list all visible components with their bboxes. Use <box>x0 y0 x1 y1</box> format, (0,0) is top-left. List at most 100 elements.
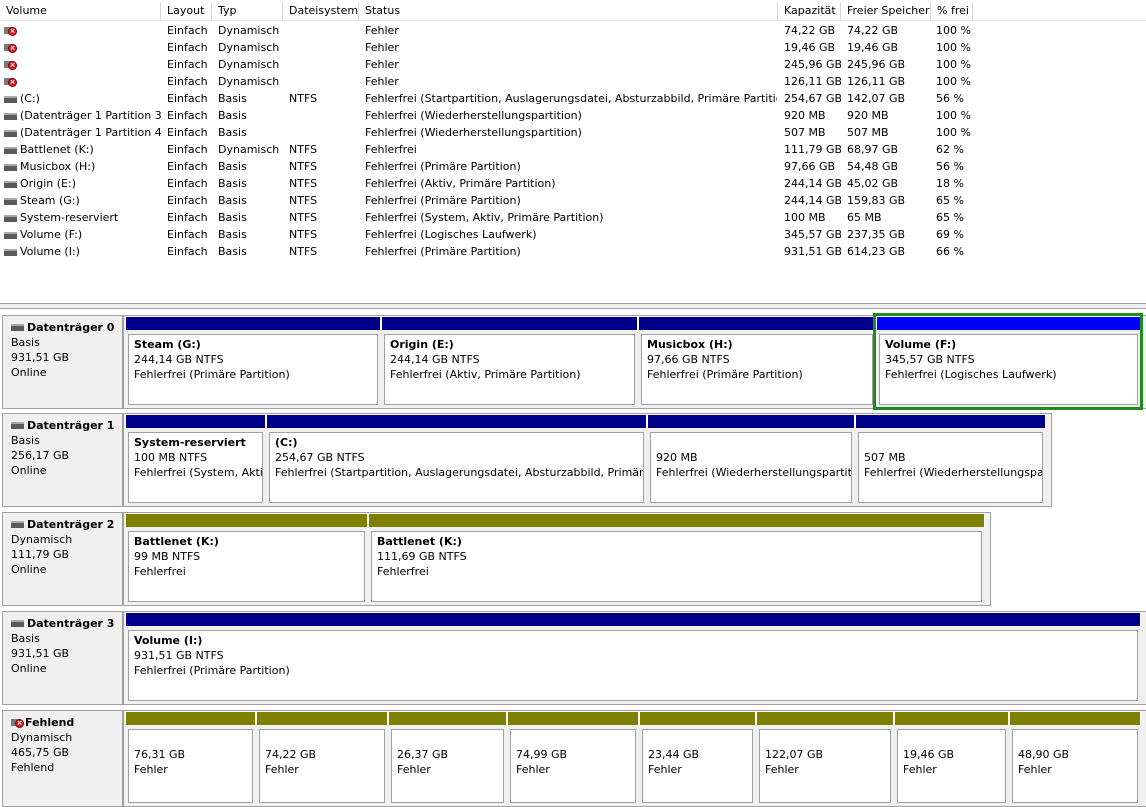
volume-row[interactable]: Volume (F:) Einfach Basis NTFS Fehlerfrei (L… <box>0 226 1146 243</box>
cell-capacity: 345,57 GB <box>784 228 841 241</box>
partition-info: 122,07 GB Fehler <box>759 729 891 803</box>
column-header-capacity[interactable]: Kapazität <box>778 2 841 21</box>
partition-status: Fehlerfrei (Wiederherstellungspart <box>864 466 1043 479</box>
partition-color-bar <box>507 711 639 725</box>
cell-layout: Einfach <box>167 228 208 241</box>
disk-label[interactable]: Datenträger 3 Basis 931,51 GB Online <box>2 611 123 705</box>
disk-label[interactable]: Datenträger 1 Basis 256,17 GB Online <box>2 413 123 507</box>
volume-name: Volume (I:) <box>20 245 80 258</box>
disk-graphical-view: Datenträger 0 Basis 931,51 GB Online Steam (… <box>0 309 1146 807</box>
cell-status: Fehler <box>365 24 399 37</box>
disk-state: Online <box>11 662 47 675</box>
disk-partitions: Battlenet (K:) 99 MB NTFS Fehlerfrei Battle… <box>123 512 991 606</box>
partition[interactable]: 74,22 GB Fehler <box>256 711 388 806</box>
cell-capacity: 931,51 GB <box>784 245 841 258</box>
volume-row[interactable]: Origin (E:) Einfach Basis NTFS Fehlerfrei (A… <box>0 175 1146 192</box>
disk-label[interactable]: Datenträger 0 Basis 931,51 GB Online <box>2 315 123 409</box>
volume-row[interactable]: Musicbox (H:) Einfach Basis NTFS Fehlerfrei … <box>0 158 1146 175</box>
column-header-layout[interactable]: Layout <box>161 2 212 21</box>
cell-filesystem: NTFS <box>289 245 318 258</box>
disk-state: Fehlend <box>11 761 55 774</box>
disk-state: Online <box>11 563 47 576</box>
volume-row[interactable]: × Einfach Dynamisch Fehler 126,11 GB 126,11 G… <box>0 73 1146 90</box>
cell-free-space: 74,22 GB <box>847 24 899 37</box>
partition-color-bar <box>125 414 266 428</box>
partition[interactable]: Steam (G:) 244,14 GB NTFS Fehlerfrei (Prim… <box>125 316 381 408</box>
missing-volume-error-icon: × <box>11 717 25 729</box>
partition[interactable]: System-reserviert 100 MB NTFS Fehlerfrei (… <box>125 414 266 506</box>
volume-row[interactable]: Battlenet (K:) Einfach Dynamisch NTFS Fehler… <box>0 141 1146 158</box>
cell-percent-free: 56 % <box>936 160 964 173</box>
volume-row[interactable]: System-reserviert Einfach Basis NTFS Fehlerf… <box>0 209 1146 226</box>
partition-title <box>1018 732 1132 747</box>
cell-type: Basis <box>218 228 247 241</box>
cell-free-space: 507 MB <box>847 126 889 139</box>
partition[interactable]: 48,90 GB Fehler <box>1009 711 1141 806</box>
volume-row[interactable]: (Datenträger 1 Partition 4) Einfach Basis F… <box>0 124 1146 141</box>
drive-icon <box>4 163 17 171</box>
volume-row[interactable]: × Einfach Dynamisch Fehler 245,96 GB 245,96 G… <box>0 56 1146 73</box>
volume-row[interactable]: Volume (I:) Einfach Basis NTFS Fehlerfrei (P… <box>0 243 1146 260</box>
volume-name: (C:) <box>20 92 40 105</box>
cell-layout: Einfach <box>167 58 208 71</box>
partition[interactable]: Volume (F:) 345,57 GB NTFS Fehlerfrei (Log… <box>873 313 1143 410</box>
cell-volume: (Datenträger 1 Partition 3) <box>4 107 161 124</box>
disk-row: Datenträger 2 Dynamisch 111,79 GB Online Bat… <box>2 512 1146 606</box>
partition[interactable]: 920 MB Fehlerfrei (Wiederherstellungspart… <box>647 414 855 506</box>
cell-percent-free: 18 % <box>936 177 964 190</box>
cell-percent-free: 65 % <box>936 194 964 207</box>
partition-status: Fehlerfrei (Primäre Partition) <box>134 664 290 677</box>
disk-name: Fehlend <box>25 716 75 729</box>
cell-type: Dynamisch <box>218 41 280 54</box>
cell-percent-free: 100 % <box>936 41 971 54</box>
drive-icon <box>11 620 24 627</box>
partition[interactable]: 122,07 GB Fehler <box>756 711 894 806</box>
cell-type: Basis <box>218 92 247 105</box>
cell-status: Fehlerfrei (Primäre Partition) <box>365 245 521 258</box>
partition-title <box>656 435 846 450</box>
cell-filesystem <box>289 39 359 56</box>
column-header-type[interactable]: Typ <box>212 2 283 21</box>
column-header-percent-free[interactable]: % frei <box>931 2 973 21</box>
cell-type: Basis <box>218 126 247 139</box>
disk-name: Datenträger 3 <box>27 617 115 630</box>
volume-row[interactable]: (Datenträger 1 Partition 3) Einfach Basis F… <box>0 107 1146 124</box>
partition[interactable]: Musicbox (H:) 97,66 GB NTFS Fehlerfrei (Pr… <box>638 316 876 408</box>
partition[interactable]: 76,31 GB Fehler <box>125 711 256 806</box>
volume-row[interactable]: × Einfach Dynamisch Fehler 19,46 GB 19,46 GB 1… <box>0 39 1146 56</box>
cell-volume: × <box>4 56 161 73</box>
disk-row: × Fehlend Dynamisch 465,75 GB Fehlend 76,31 G… <box>2 710 1146 807</box>
partition-info: 74,22 GB Fehler <box>259 729 385 803</box>
partition-size: 74,22 GB <box>265 748 317 761</box>
volume-row[interactable]: Steam (G:) Einfach Basis NTFS Fehlerfrei (Pr… <box>0 192 1146 209</box>
partition-size: 48,90 GB <box>1018 748 1070 761</box>
cell-status: Fehlerfrei (Wiederherstellungspartition) <box>365 109 582 122</box>
partition[interactable]: 26,37 GB Fehler <box>388 711 507 806</box>
partition-color-bar <box>125 711 256 725</box>
partition-color-bar <box>368 513 985 527</box>
partition[interactable]: 23,44 GB Fehler <box>639 711 756 806</box>
volume-row[interactable]: × Einfach Dynamisch Fehler 74,22 GB 74,22 GB 1… <box>0 22 1146 39</box>
cell-volume: × <box>4 39 161 56</box>
column-header-free-space[interactable]: Freier Speicher <box>841 2 931 21</box>
volume-row[interactable]: (C:) Einfach Basis NTFS Fehlerfrei (Startpar… <box>0 90 1146 107</box>
partition[interactable]: Origin (E:) 244,14 GB NTFS Fehlerfrei (Akt… <box>381 316 638 408</box>
partition[interactable]: 507 MB Fehlerfrei (Wiederherstellungspart <box>855 414 1046 506</box>
cell-filesystem: NTFS <box>289 177 318 190</box>
column-header-volume[interactable]: Volume <box>0 2 161 21</box>
partition-info: System-reserviert 100 MB NTFS Fehlerfrei (… <box>128 432 263 503</box>
partition-size: 97,66 GB NTFS <box>647 353 730 366</box>
partition[interactable]: Battlenet (K:) 99 MB NTFS Fehlerfrei <box>125 513 368 605</box>
selected-partition-outline <box>873 313 1143 410</box>
partition[interactable]: 74,99 GB Fehler <box>507 711 639 806</box>
partition[interactable]: Battlenet (K:) 111,69 GB NTFS Fehlerfrei <box>368 513 985 605</box>
partition[interactable]: Volume (I:) 931,51 GB NTFS Fehlerfrei (Pri… <box>125 612 1141 704</box>
column-header-filesystem[interactable]: Dateisystem <box>283 2 359 21</box>
disk-label[interactable]: × Fehlend Dynamisch 465,75 GB Fehlend <box>2 710 123 807</box>
partition[interactable]: (C:) 254,67 GB NTFS Fehlerfrei (Startparti… <box>266 414 647 506</box>
cell-volume: Steam (G:) <box>4 192 161 209</box>
disk-label[interactable]: Datenträger 2 Dynamisch 111,79 GB Online <box>2 512 123 606</box>
drive-icon <box>4 231 17 239</box>
partition[interactable]: 19,46 GB Fehler <box>894 711 1009 806</box>
column-header-status[interactable]: Status <box>359 2 778 21</box>
